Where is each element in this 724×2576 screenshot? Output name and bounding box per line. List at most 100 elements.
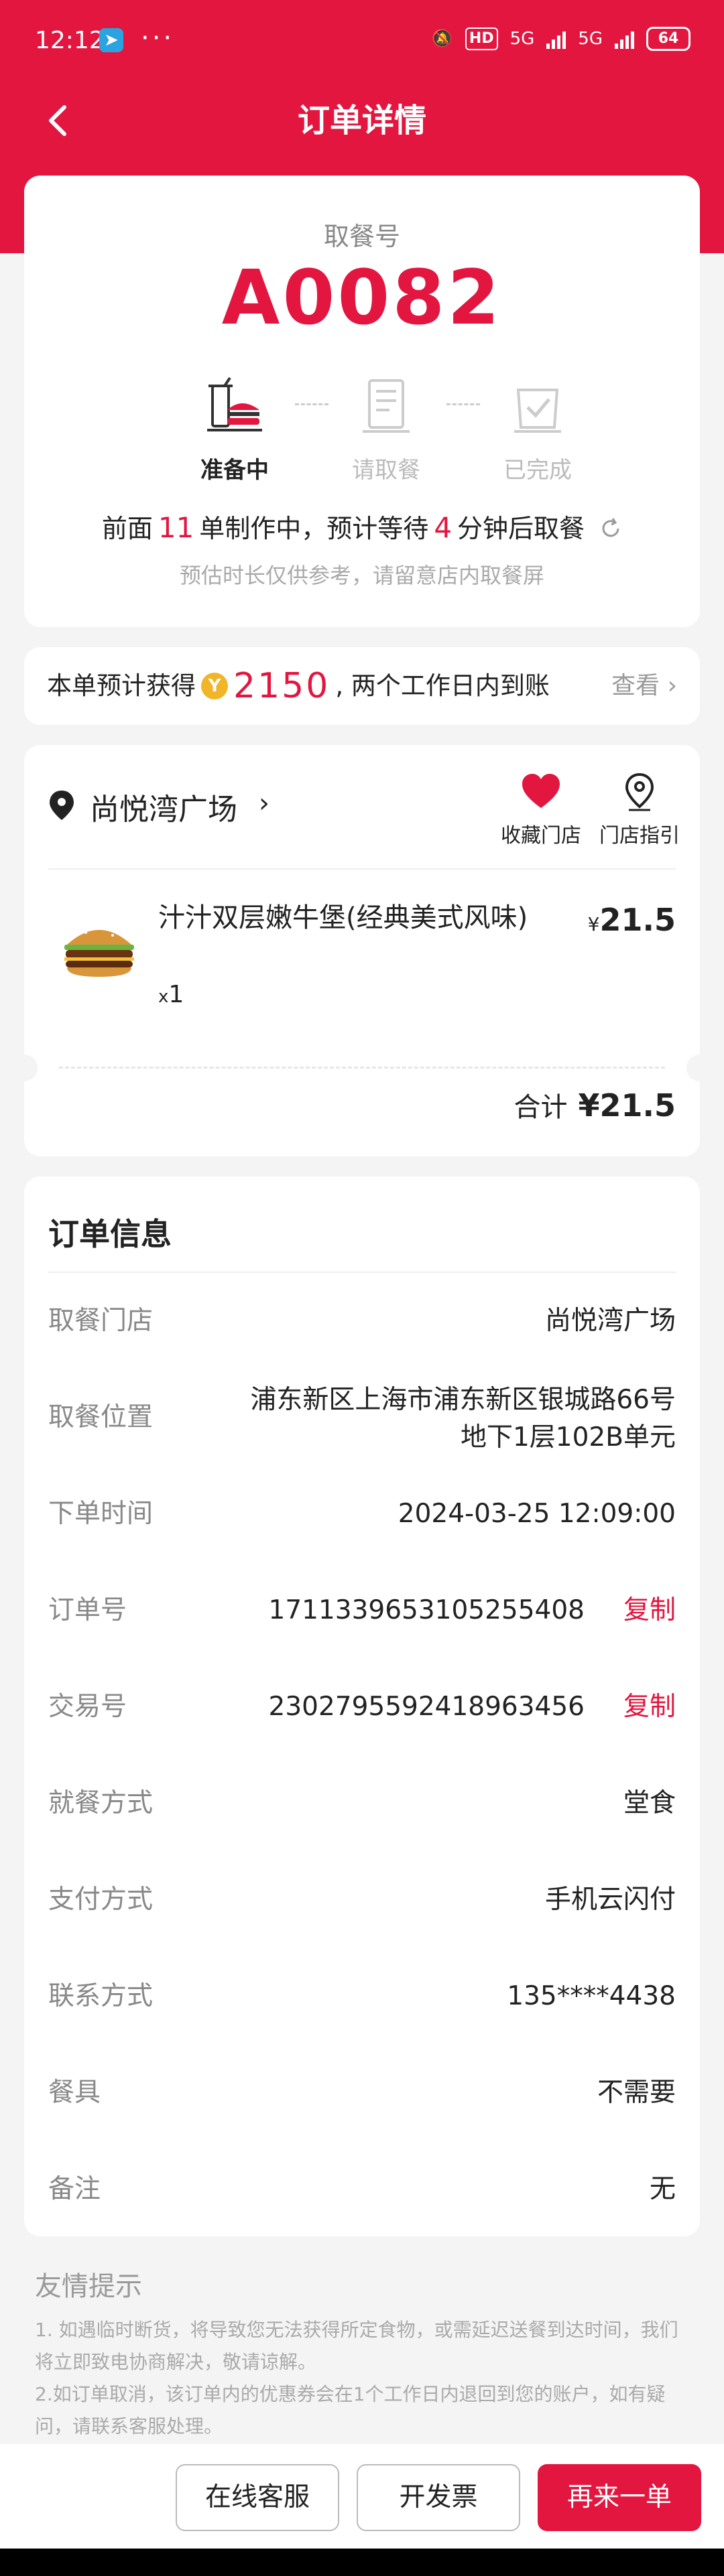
coin-icon: Y [201, 673, 228, 699]
pickup-card: 取餐号 A0082 准备中 请取餐 已完成 前面 11 单制作中，预计等待 4 … [24, 176, 700, 627]
burger-drink-icon [207, 377, 262, 431]
info-key: 下单时间 [48, 1499, 154, 1529]
info-key: 取餐位置 [48, 1402, 154, 1432]
friendly-tips: 友情提示 1. 如遇临时断货，将导致您无法获得所定食物，或需延迟送餐到达时间，我… [35, 2264, 692, 2443]
tips-title: 友情提示 [35, 2271, 142, 2302]
queue-status: 前面 11 单制作中，预计等待 4 分钟后取餐 [24, 508, 700, 545]
item-price: ¥21.5 [588, 902, 676, 938]
map-pin-icon [625, 772, 654, 811]
step-separator [295, 403, 328, 405]
total-value: ¥21.5 [578, 1087, 676, 1124]
step-preparing: 准备中 [174, 377, 295, 484]
quantity-prefix: x [158, 987, 169, 1007]
info-row-order-time: 下单时间 2024-03-25 12:09:00 [48, 1487, 676, 1541]
network-5g-2: 5G [578, 29, 603, 49]
item-quantity: x1 [158, 981, 184, 1008]
order-progress: 准备中 请取餐 已完成 [24, 377, 700, 484]
favorite-store-button[interactable]: 收藏门店 [497, 772, 585, 848]
battery-icon: 64 [646, 27, 690, 51]
store-card: 尚悦湾广场 › 收藏门店 门店指引 汁汁双层嫩牛堡(经典美式风味) x1 ¥21… [11, 745, 713, 1156]
location-pin-icon [50, 791, 74, 820]
chevron-right-icon[interactable]: › [259, 788, 269, 819]
copy-transaction-number-button[interactable]: 复制 [623, 1680, 676, 1734]
currency-symbol: ¥ [587, 913, 600, 935]
pickup-number: A0082 [221, 255, 503, 342]
tips-line-2: 2.如订单取消，该订单内的优惠券会在1个工作日内退回到您的账户，如有疑问，请联系… [35, 2383, 666, 2437]
signal-icon-2 [615, 29, 634, 49]
info-key: 备注 [48, 2174, 101, 2204]
page-title: 订单详情 [297, 102, 426, 139]
queue-text: 分钟后取餐 [457, 514, 585, 543]
info-row-transaction-number: 交易号 2302795592418963456 复制 [48, 1680, 676, 1734]
step-label: 已完成 [503, 457, 572, 484]
info-value: 浦东新区上海市浦东新区银城路66号地下1层102B单元 [250, 1385, 676, 1452]
info-row-utensils: 餐具 不需要 [48, 2066, 676, 2120]
pickup-label: 取餐号 [323, 222, 400, 251]
more-notifications-icon: ··· [141, 23, 175, 54]
nav-bar: 订单详情 [0, 87, 724, 154]
item-name: 汁汁双层嫩牛堡(经典美式风味) [158, 902, 528, 933]
order-info-card: 订单信息 取餐门店 尚悦湾广场 取餐位置 浦东新区上海市浦东新区银城路66号地下… [24, 1176, 700, 2236]
points-view-link[interactable]: 查看 › [611, 647, 677, 725]
favorite-store-label: 收藏门店 [501, 824, 581, 848]
ticket-notch [11, 1055, 38, 1081]
receipt-icon [363, 379, 410, 433]
info-row-notes: 备注 无 [48, 2163, 676, 2216]
status-icons: 🔕 HD 5G 5G 64 [432, 27, 690, 51]
reorder-button[interactable]: 再来一单 [538, 2464, 701, 2531]
order-total: 合计 ¥21.5 [514, 1085, 676, 1124]
points-post-text: , 两个工作日内到账 [335, 671, 550, 700]
info-key: 取餐门店 [48, 1306, 154, 1336]
order-info-title: 订单信息 [48, 1216, 172, 1252]
queue-text: 单制作中，预计等待 [199, 514, 429, 543]
info-key: 联系方式 [48, 1981, 154, 2011]
step-label: 准备中 [200, 457, 269, 484]
info-value: 135****4438 [507, 1981, 676, 2011]
queue-wait: 4 [434, 511, 452, 544]
hd-badge: HD [465, 27, 498, 50]
store-name[interactable]: 尚悦湾广场 [90, 785, 237, 828]
info-row-dining-mode: 就餐方式 堂食 [48, 1777, 676, 1830]
points-card: 本单预计获得 Y 2150 , 两个工作日内到账 查看 › [24, 647, 700, 725]
store-guide-button[interactable]: 门店指引 [593, 772, 686, 848]
wait-hint: 预估时长仅供参考，请留意店内取餐屏 [179, 563, 544, 588]
quantity-value: 1 [168, 981, 184, 1008]
info-value: 手机云闪付 [544, 1885, 676, 1915]
invoice-button[interactable]: 开发票 [357, 2464, 520, 2531]
mute-icon: 🔕 [431, 29, 453, 49]
divider [48, 868, 676, 870]
online-service-button[interactable]: 在线客服 [176, 2464, 339, 2531]
info-row-contact: 联系方式 135****4438 [48, 1970, 676, 2023]
queue-text: 前面 [101, 514, 153, 543]
info-value: 不需要 [597, 2078, 676, 2108]
heart-icon [522, 774, 560, 808]
dashed-line [59, 1067, 665, 1069]
item-price-value: 21.5 [599, 902, 676, 938]
info-value: 无 [649, 2174, 676, 2204]
info-row-location: 取餐位置 浦东新区上海市浦东新区银城路66号地下1层102B单元 [48, 1385, 676, 1452]
store-guide-label: 门店指引 [599, 824, 680, 848]
burger-image [64, 926, 134, 977]
copy-order-number-button[interactable]: 复制 [623, 1584, 676, 1637]
info-value: 1711339653105255408 [268, 1595, 585, 1625]
step-separator [446, 403, 480, 405]
info-value: 堂食 [623, 1788, 676, 1818]
status-bar: 12:12 ➤ ··· 🔕 HD 5G 5G 64 [0, 0, 724, 87]
tips-line-1: 1. 如遇临时断货，将导致您无法获得所定食物，或需延迟送餐到达时间，我们将立即致… [35, 2319, 678, 2373]
ticket-notch [686, 1055, 713, 1081]
points-value: 2150 [233, 666, 330, 706]
info-key: 支付方式 [48, 1885, 154, 1915]
points-info: 本单预计获得 Y 2150 , 两个工作日内到账 [47, 647, 550, 725]
info-value: 2302795592418963456 [268, 1692, 585, 1722]
step-label: 请取餐 [352, 457, 420, 484]
info-key: 订单号 [48, 1595, 127, 1625]
divider [48, 1272, 676, 1273]
total-label: 合计 [514, 1092, 568, 1123]
signal-icon [546, 29, 566, 49]
step-pickup: 请取餐 [326, 377, 446, 484]
points-pre-text: 本单预计获得 [47, 671, 196, 700]
info-row-store: 取餐门店 尚悦湾广场 [48, 1294, 676, 1348]
telegram-icon: ➤ [99, 28, 123, 52]
completed-bag-icon [514, 389, 561, 433]
refresh-icon[interactable] [599, 517, 622, 540]
